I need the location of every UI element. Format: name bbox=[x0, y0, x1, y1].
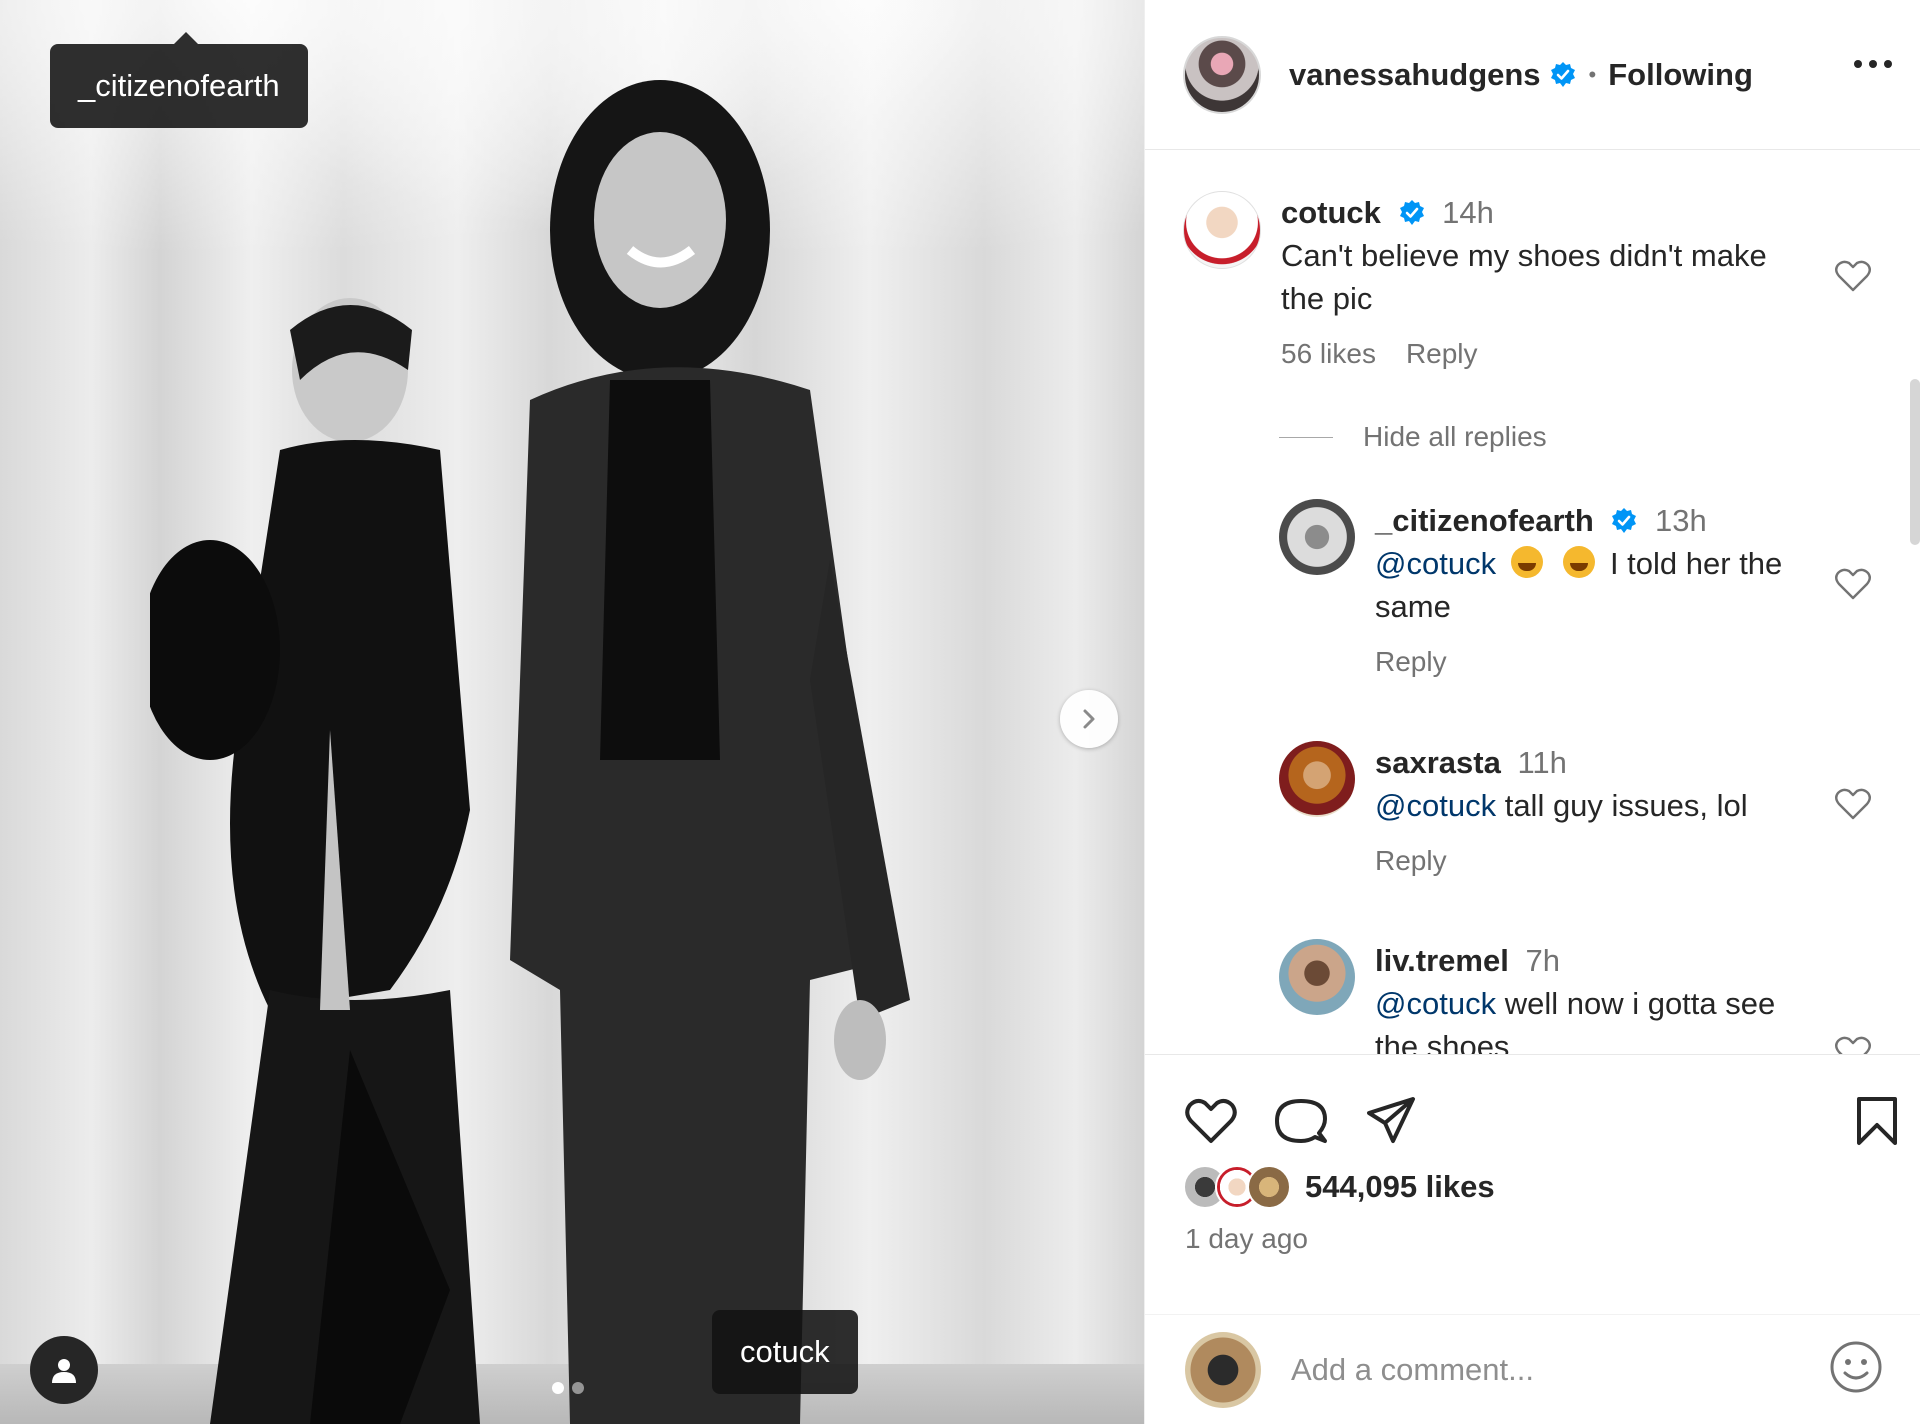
heart-icon[interactable] bbox=[1834, 567, 1872, 601]
comment-username[interactable]: _citizenofearth bbox=[1375, 503, 1594, 538]
comment-likes[interactable]: 56 likes bbox=[1281, 338, 1376, 370]
rofl-emoji-icon bbox=[1510, 546, 1543, 578]
reply: liv.tremel 7h @cotuck well now i gotta s… bbox=[1279, 939, 1775, 1054]
verified-icon bbox=[1550, 61, 1575, 87]
heart-icon[interactable] bbox=[1834, 1035, 1872, 1054]
photo-user-tag[interactable]: cotuck bbox=[712, 1310, 858, 1394]
reply: _citizenofearth 13h @cotuck I told her t… bbox=[1279, 499, 1782, 678]
comment-username[interactable]: cotuck bbox=[1281, 195, 1381, 230]
reply-button[interactable]: Reply bbox=[1375, 845, 1447, 877]
avatar[interactable] bbox=[1183, 191, 1261, 269]
comment-text: the shoes bbox=[1375, 1029, 1510, 1054]
post-actions: 544,095 likes 1 day ago bbox=[1145, 1054, 1920, 1314]
comment-time[interactable]: 14h bbox=[1442, 195, 1494, 230]
mention-link[interactable]: @cotuck bbox=[1375, 788, 1496, 823]
rofl-emoji-icon bbox=[1563, 546, 1596, 578]
bookmark-icon[interactable] bbox=[1849, 1093, 1905, 1149]
next-slide-button[interactable] bbox=[1060, 690, 1118, 748]
comment-input[interactable] bbox=[1291, 1351, 1771, 1388]
comment-text: Can't believe my shoes didn't make bbox=[1281, 238, 1767, 273]
avatar[interactable] bbox=[1183, 35, 1261, 114]
share-icon[interactable] bbox=[1363, 1093, 1419, 1149]
likes-count[interactable]: 544,095 likes bbox=[1305, 1169, 1495, 1205]
reply: saxrasta 11h @cotuck tall guy issues, lo… bbox=[1279, 741, 1748, 877]
mention-link[interactable]: @cotuck bbox=[1375, 546, 1496, 581]
tagged-users-button[interactable] bbox=[30, 1336, 98, 1404]
author-username[interactable]: vanessahudgens bbox=[1289, 57, 1541, 93]
heart-icon[interactable] bbox=[1183, 1093, 1239, 1149]
comment-time[interactable]: 13h bbox=[1655, 503, 1707, 538]
carousel-indicator bbox=[552, 1382, 584, 1394]
comment-time[interactable]: 7h bbox=[1525, 943, 1559, 978]
hide-replies-divider bbox=[1279, 436, 1333, 438]
heart-icon[interactable] bbox=[1834, 259, 1872, 293]
comment-text: tall guy issues, lol bbox=[1504, 788, 1748, 823]
avatar[interactable] bbox=[1279, 939, 1355, 1015]
avatar[interactable] bbox=[1279, 499, 1355, 575]
hide-replies-button[interactable]: Hide all replies bbox=[1279, 421, 1547, 453]
avatar[interactable] bbox=[1279, 741, 1355, 817]
photo-user-tag[interactable]: _citizenofearth bbox=[50, 32, 308, 128]
more-icon[interactable] bbox=[1854, 60, 1892, 68]
comment-username[interactable]: liv.tremel bbox=[1375, 943, 1509, 978]
mention-link[interactable]: @cotuck bbox=[1375, 986, 1496, 1021]
smiley-icon[interactable] bbox=[1828, 1339, 1884, 1395]
likes-summary[interactable]: 544,095 likes bbox=[1183, 1165, 1495, 1209]
post-photo[interactable]: _citizenofearth cotuck bbox=[0, 0, 1144, 1424]
photo-subject-man bbox=[510, 80, 910, 1424]
comment-text: well now i gotta see bbox=[1504, 986, 1776, 1021]
carousel-dot bbox=[572, 1382, 584, 1394]
liker-avatar bbox=[1247, 1165, 1291, 1209]
heart-icon[interactable] bbox=[1834, 787, 1872, 821]
avatar bbox=[1185, 1331, 1261, 1408]
post-header: vanessahudgens • Following bbox=[1145, 0, 1920, 150]
carousel-dot-active bbox=[552, 1382, 564, 1394]
comment: cotuck 14h Can't believe my shoes didn't… bbox=[1183, 191, 1767, 370]
comment-icon[interactable] bbox=[1273, 1093, 1329, 1149]
add-comment-bar bbox=[1145, 1314, 1920, 1424]
hide-replies-label: Hide all replies bbox=[1363, 421, 1547, 452]
verified-icon bbox=[1399, 200, 1424, 225]
user-tag-icon bbox=[52, 1359, 76, 1383]
comments-list[interactable]: cotuck 14h Can't believe my shoes didn't… bbox=[1145, 151, 1920, 1054]
comment-username[interactable]: saxrasta bbox=[1375, 745, 1501, 780]
comment-time[interactable]: 11h bbox=[1517, 745, 1566, 780]
comment-text: same bbox=[1375, 589, 1451, 624]
post-sidebar: vanessahudgens • Following cotuck 14h Ca… bbox=[1144, 0, 1920, 1424]
separator-dot: • bbox=[1588, 61, 1597, 87]
chevron-right-icon bbox=[1083, 709, 1095, 729]
post-time[interactable]: 1 day ago bbox=[1185, 1223, 1308, 1255]
reply-button[interactable]: Reply bbox=[1406, 338, 1478, 370]
follow-button[interactable]: Following bbox=[1608, 57, 1753, 93]
scrollbar[interactable] bbox=[1910, 379, 1920, 545]
reply-button[interactable]: Reply bbox=[1375, 646, 1447, 678]
comment-text: I told her the bbox=[1609, 546, 1783, 581]
verified-icon bbox=[1612, 508, 1637, 533]
comment-text: the pic bbox=[1281, 281, 1373, 316]
